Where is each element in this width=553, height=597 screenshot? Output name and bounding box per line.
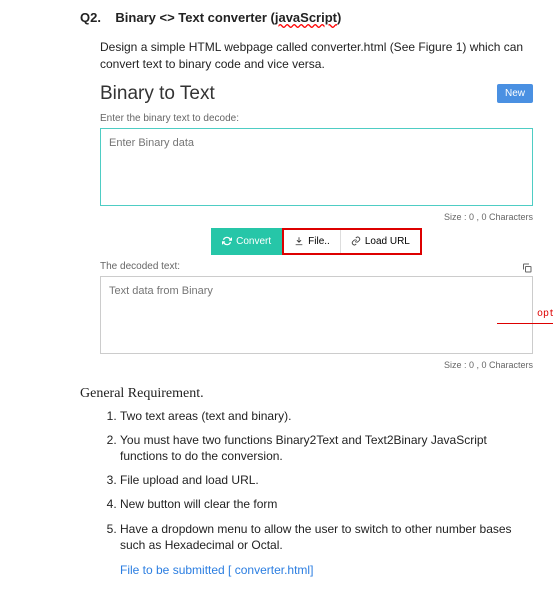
figure-wrapper: Binary to Text New Enter the binary text…: [100, 83, 533, 370]
file-button[interactable]: File..: [284, 230, 341, 253]
list-item: Have a dropdown menu to allow the user t…: [120, 521, 533, 553]
q-title-a: Binary <> Text converter (: [115, 10, 274, 25]
button-row: Convert File.. Load URL: [100, 228, 533, 255]
copy-icon[interactable]: [521, 262, 533, 274]
list-item: New button will clear the form: [120, 496, 533, 512]
list-item: You must have two functions Binary2Text …: [120, 432, 533, 464]
input-size: Size : 0 , 0 Characters: [100, 212, 533, 222]
binary-input[interactable]: [100, 128, 533, 206]
load-url-button[interactable]: Load URL: [341, 230, 420, 253]
description: Design a simple HTML webpage called conv…: [100, 39, 533, 73]
optional-annotation: optional: [537, 309, 553, 320]
file-label: File..: [308, 236, 330, 247]
app-title: Binary to Text: [100, 83, 215, 105]
q-title-js: javaScript: [275, 10, 337, 25]
convert-button[interactable]: Convert: [211, 228, 282, 255]
download-icon: [294, 236, 304, 246]
output-label: The decoded text:: [100, 261, 180, 272]
q-label: Q2.: [80, 10, 101, 25]
q-title-c: ): [337, 10, 341, 25]
optional-box: File.. Load URL: [282, 228, 422, 255]
load-url-label: Load URL: [365, 236, 410, 247]
link-icon: [351, 236, 361, 246]
output-size: Size : 0 , 0 Characters: [100, 360, 533, 370]
convert-label: Convert: [236, 236, 271, 247]
text-output[interactable]: [100, 276, 533, 354]
list-item: Two text areas (text and binary).: [120, 408, 533, 424]
list-item: File upload and load URL.: [120, 472, 533, 488]
new-button[interactable]: New: [497, 84, 533, 103]
question-heading: Q2. Binary <> Text converter (javaScript…: [80, 10, 533, 25]
general-requirement-heading: General Requirement.: [80, 386, 533, 402]
refresh-icon: [222, 236, 232, 246]
input-label: Enter the binary text to decode:: [100, 113, 533, 124]
requirements-list: Two text areas (text and binary). You mu…: [120, 408, 533, 553]
annotation-line: [497, 323, 553, 324]
file-to-submit: File to be submitted [ converter.html]: [120, 563, 533, 577]
